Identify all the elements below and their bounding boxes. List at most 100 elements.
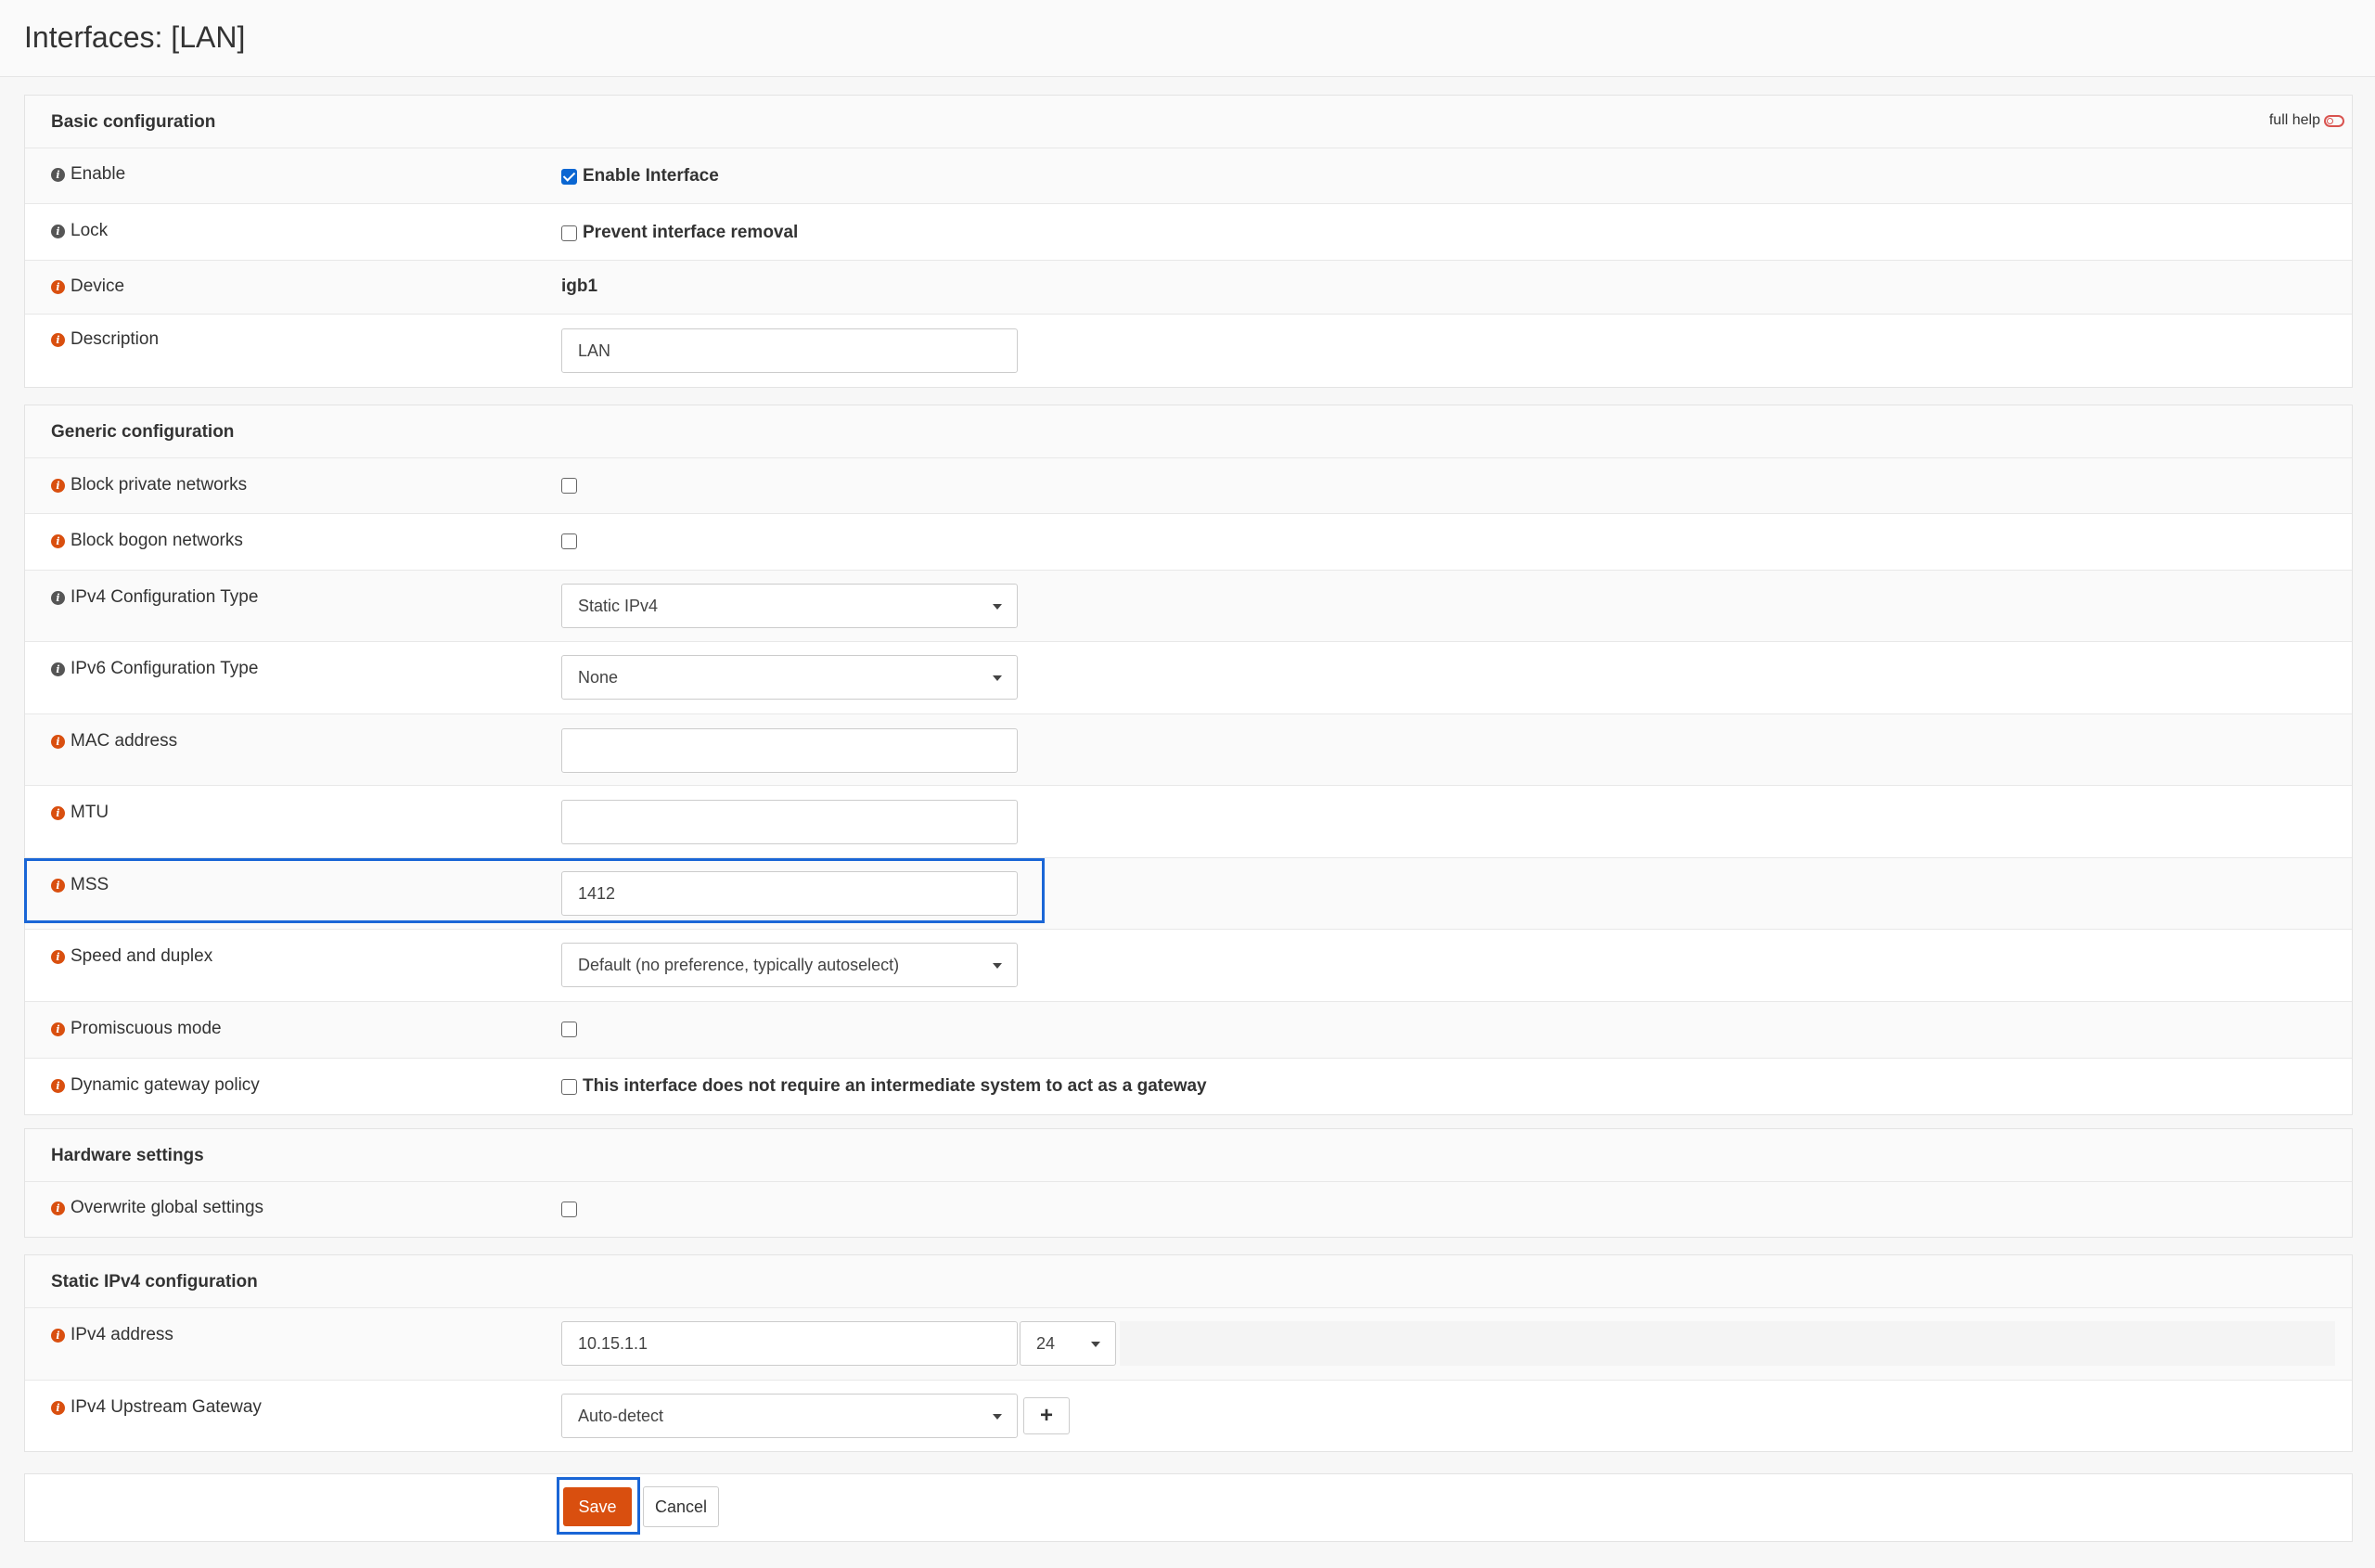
info-icon[interactable]: i <box>51 590 65 605</box>
dyngw-control: This interface does not require an inter… <box>561 1076 1207 1097</box>
block-bogon-label-wrap: i Block bogon networks <box>51 531 243 551</box>
static-ipv4-header: Static IPv4 configuration <box>25 1255 2352 1308</box>
block-private-checkbox[interactable] <box>561 478 577 494</box>
basic-config-panel: Basic configuration full help i Enable En… <box>24 95 2353 388</box>
dyngw-checkbox[interactable] <box>561 1078 577 1095</box>
overwrite-checkbox[interactable] <box>561 1202 577 1217</box>
cancel-button[interactable]: Cancel <box>643 1486 719 1527</box>
full-help-toggle[interactable]: full help <box>2269 112 2344 129</box>
enable-checkbox[interactable] <box>561 168 577 185</box>
add-gateway-button[interactable]: + <box>1023 1397 1070 1434</box>
ipv4-gateway-label: IPv4 Upstream Gateway <box>71 1397 262 1417</box>
description-label: Description <box>71 329 160 349</box>
row-device: i Device igb1 <box>25 261 2352 315</box>
description-input[interactable]: LAN <box>561 328 1018 373</box>
promisc-control <box>561 1022 577 1037</box>
mac-label-wrap: i MAC address <box>51 731 177 752</box>
promisc-checkbox[interactable] <box>561 1022 577 1037</box>
lock-label: Lock <box>71 221 109 240</box>
basic-config-title: Basic configuration <box>51 112 216 132</box>
caret-down-icon <box>1091 1342 1100 1347</box>
device-control: igb1 <box>561 276 597 297</box>
description-control: LAN <box>561 328 1018 373</box>
block-bogon-control <box>561 533 577 549</box>
enable-label-wrap: i Enable <box>51 164 125 185</box>
ipv6-type-select[interactable]: None <box>561 655 1018 700</box>
row-block-private: i Block private networks <box>25 458 2352 514</box>
ipv4-type-value: Static IPv4 <box>578 596 659 615</box>
lock-checkbox[interactable] <box>561 225 577 241</box>
info-icon[interactable]: i <box>51 1201 65 1215</box>
caret-down-icon <box>993 963 1002 969</box>
info-icon[interactable]: i <box>51 662 65 676</box>
row-ipv4-gateway: i IPv4 Upstream Gateway Auto-detect + <box>25 1381 2352 1451</box>
mac-input[interactable] <box>561 728 1018 773</box>
row-description: i Description LAN <box>25 315 2352 387</box>
ipv4-gateway-control: Auto-detect + <box>561 1394 1070 1438</box>
row-ipv4-type: i IPv4 Configuration Type Static IPv4 <box>25 571 2352 642</box>
caret-down-icon <box>993 675 1002 681</box>
page-header: Interfaces: [LAN] <box>0 0 2375 77</box>
save-highlight-box <box>557 1477 640 1535</box>
block-bogon-checkbox[interactable] <box>561 533 577 549</box>
lock-control: Prevent interface removal <box>561 223 798 243</box>
overwrite-label: Overwrite global settings <box>71 1198 264 1217</box>
dyngw-label: Dynamic gateway policy <box>71 1075 260 1095</box>
info-icon[interactable]: i <box>51 279 65 294</box>
speed-select[interactable]: Default (no preference, typically autose… <box>561 943 1018 987</box>
mtu-control <box>561 800 1018 844</box>
full-help-label: full help <box>2268 112 2320 128</box>
ipv4-type-select[interactable]: Static IPv4 <box>561 584 1018 628</box>
prefix-value: 24 <box>1036 1333 1056 1353</box>
info-icon[interactable]: i <box>51 224 65 238</box>
device-label-wrap: i Device <box>51 276 124 297</box>
ipv4-gateway-label-wrap: i IPv4 Upstream Gateway <box>51 1397 262 1418</box>
lock-checkbox-label[interactable]: Prevent interface removal <box>583 223 798 243</box>
caret-down-icon <box>993 604 1002 610</box>
gateway-value: Auto-detect <box>578 1406 664 1425</box>
block-private-label-wrap: i Block private networks <box>51 475 247 495</box>
info-icon[interactable]: i <box>51 1022 65 1036</box>
enable-checkbox-label[interactable]: Enable Interface <box>583 166 719 186</box>
info-icon[interactable]: i <box>51 1400 65 1415</box>
row-enable: i Enable Enable Interface <box>25 148 2352 204</box>
basic-config-header: Basic configuration full help <box>25 96 2352 148</box>
ipv6-type-label: IPv6 Configuration Type <box>71 659 259 678</box>
ipv4-address-input[interactable]: 10.15.1.1 <box>561 1321 1018 1366</box>
hardware-header: Hardware settings <box>25 1129 2352 1182</box>
lock-label-wrap: i Lock <box>51 221 108 241</box>
overwrite-label-wrap: i Overwrite global settings <box>51 1198 263 1218</box>
actions-panel: Save Cancel <box>24 1473 2353 1542</box>
hardware-title: Hardware settings <box>51 1146 204 1165</box>
device-value: igb1 <box>561 276 598 296</box>
info-icon[interactable]: i <box>51 734 65 749</box>
device-label: Device <box>71 276 125 296</box>
enable-label: Enable <box>71 164 126 184</box>
mtu-input[interactable] <box>561 800 1018 844</box>
info-icon[interactable]: i <box>51 478 65 493</box>
info-icon[interactable]: i <box>51 1078 65 1093</box>
promisc-label: Promiscuous mode <box>71 1019 222 1038</box>
description-label-wrap: i Description <box>51 329 159 350</box>
info-icon[interactable]: i <box>51 949 65 964</box>
info-icon[interactable]: i <box>51 533 65 548</box>
ipv4-address-control: 10.15.1.1 24 <box>561 1321 2335 1366</box>
dyngw-checkbox-label[interactable]: This interface does not require an inter… <box>583 1076 1207 1097</box>
info-icon[interactable]: i <box>51 332 65 347</box>
hardware-panel: Hardware settings i Overwrite global sett… <box>24 1128 2353 1238</box>
row-speed: i Speed and duplex Default (no preference… <box>25 930 2352 1002</box>
gateway-select[interactable]: Auto-detect <box>561 1394 1018 1438</box>
mtu-label: MTU <box>71 803 109 822</box>
info-icon[interactable]: i <box>51 805 65 820</box>
info-icon[interactable]: i <box>51 167 65 182</box>
row-block-bogon: i Block bogon networks <box>25 514 2352 571</box>
generic-config-header: Generic configuration <box>25 405 2352 458</box>
toggle-off-icon[interactable] <box>2324 114 2344 127</box>
caret-down-icon <box>993 1414 1002 1420</box>
prefix-select[interactable]: 24 <box>1020 1321 1116 1366</box>
ipv4-address-label-wrap: i IPv4 address <box>51 1325 173 1345</box>
info-icon[interactable]: i <box>51 1328 65 1343</box>
speed-control: Default (no preference, typically autose… <box>561 943 1018 987</box>
ipv6-type-value: None <box>578 667 619 687</box>
page-title: Interfaces: [LAN] <box>24 20 246 54</box>
